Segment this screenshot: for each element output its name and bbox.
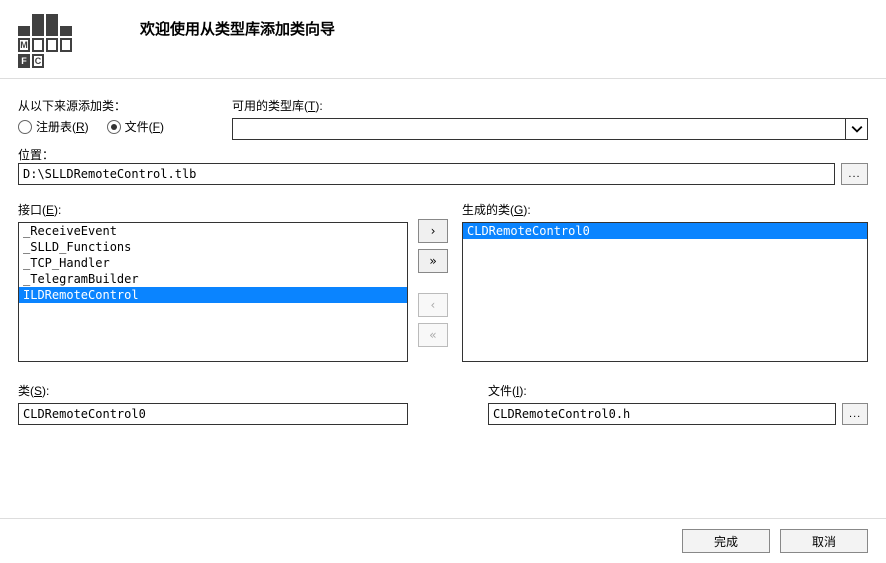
list-item[interactable]: ILDRemoteControl <box>19 287 407 303</box>
list-item[interactable]: _TelegramBuilder <box>19 271 407 287</box>
typelib-input[interactable] <box>233 119 845 139</box>
chevron-down-icon <box>851 123 863 135</box>
mfc-logo: M FC <box>18 12 90 70</box>
interfaces-listbox[interactable]: _ReceiveEvent_SLLD_Functions_TCP_Handler… <box>18 222 408 362</box>
radio-file-label: 文件(F) <box>125 118 164 135</box>
remove-all-button[interactable]: « <box>418 323 448 347</box>
class-input[interactable] <box>18 403 408 425</box>
add-button[interactable]: › <box>418 219 448 243</box>
generated-label: 生成的类(G): <box>462 201 868 218</box>
typelib-dropdown-button[interactable] <box>845 119 867 139</box>
radio-registry-circle[interactable] <box>18 120 32 134</box>
add-all-button[interactable]: » <box>418 249 448 273</box>
cancel-button[interactable]: 取消 <box>780 529 868 553</box>
typelib-label: 可用的类型库(T): <box>232 97 868 114</box>
typelib-combo[interactable] <box>232 118 868 140</box>
file-input[interactable] <box>488 403 836 425</box>
list-item[interactable]: CLDRemoteControl0 <box>463 223 867 239</box>
location-browse-button[interactable]: ... <box>841 163 868 185</box>
finish-button[interactable]: 完成 <box>682 529 770 553</box>
list-item[interactable]: _ReceiveEvent <box>19 223 407 239</box>
location-input[interactable] <box>18 163 835 185</box>
list-item[interactable]: _TCP_Handler <box>19 255 407 271</box>
interfaces-label: 接口(E): <box>18 201 408 218</box>
radio-registry-label: 注册表(R) <box>36 118 89 135</box>
radio-file[interactable]: 文件(F) <box>107 118 164 135</box>
class-label: 类(S): <box>18 382 408 399</box>
location-label: 位置： <box>18 148 54 162</box>
remove-button[interactable]: ‹ <box>418 293 448 317</box>
radio-file-circle[interactable] <box>107 120 121 134</box>
file-browse-button[interactable]: ... <box>842 403 868 425</box>
list-item[interactable]: _SLLD_Functions <box>19 239 407 255</box>
source-label: 从以下来源添加类： <box>18 97 218 114</box>
generated-listbox[interactable]: CLDRemoteControl0 <box>462 222 868 362</box>
wizard-title: 欢迎使用从类型库添加类向导 <box>140 18 335 39</box>
radio-registry[interactable]: 注册表(R) <box>18 118 89 135</box>
file-label: 文件(I): <box>488 382 868 399</box>
